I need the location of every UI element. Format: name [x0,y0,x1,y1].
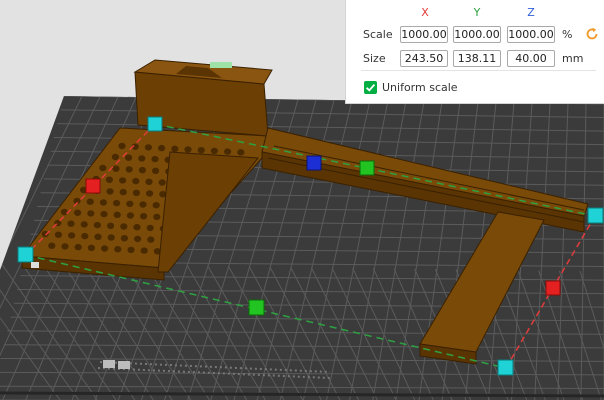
model-hole [87,210,95,217]
model-hole [224,148,232,155]
model-hole [145,178,153,185]
model-hole [118,142,126,150]
model-hole [140,247,148,254]
model-hole [133,224,141,231]
model-hole [144,144,152,151]
model-hole [153,213,161,221]
x-axis-handle[interactable] [85,178,101,194]
model-hole [140,213,148,220]
model-hole [86,198,94,205]
model-hole [138,155,146,162]
size-y-input[interactable] [453,50,501,67]
model-hole [111,153,119,161]
model-hole [132,189,140,196]
size-unit: mm [562,52,584,65]
uniform-scale-label[interactable]: Uniform scale [382,81,458,94]
x-axis-handle[interactable] [545,280,561,296]
model-hole [114,246,122,253]
plate-marker [210,62,232,68]
model-hole [107,234,115,241]
axis-y-label: Y [473,6,481,19]
model-hole [93,221,101,229]
model-hole [120,235,128,242]
model-hole [101,245,109,252]
size-z-input[interactable] [507,50,555,67]
model-hole [99,199,107,206]
model-hole [99,164,107,172]
checkmark-icon [365,83,376,92]
model-hole [94,233,102,240]
model-hole [112,165,120,172]
model-hole [147,236,155,243]
scale-row-label: Scale [363,28,393,41]
model-hole [132,177,140,185]
corner-handle[interactable] [147,116,163,132]
model-hole [126,200,134,207]
model-hole [158,179,166,186]
model-hole [119,177,127,184]
model-hole [134,235,142,243]
corner-handle[interactable] [587,207,604,224]
model-hole [61,243,69,250]
model-hole [74,243,82,251]
uniform-scale-checkbox[interactable] [364,81,377,94]
z-axis-handle[interactable] [306,155,322,171]
model-hole [171,145,179,152]
plate-logo-mark [118,361,130,369]
model-hole [87,244,95,251]
model-hole [125,166,133,173]
model-hole [74,209,82,216]
corner-handle[interactable] [17,246,34,263]
model-hole [237,149,245,156]
reset-scale-icon[interactable] [585,27,599,41]
model-hole [138,166,146,174]
scale-y-input[interactable] [453,26,501,43]
model-hole [125,154,133,161]
model-hole [184,146,192,153]
model-hole [68,232,76,239]
model-hole [119,188,127,196]
model-hole [106,188,114,195]
plate-logo-mark [103,360,115,368]
model-hole [158,144,166,152]
model-hole [146,224,154,232]
model-hole [48,242,56,249]
size-row-label: Size [363,52,386,65]
model-hole [80,221,88,228]
size-x-input[interactable] [400,50,448,67]
axis-z-label: Z [527,6,535,19]
model-hole [146,190,154,197]
model-hole [197,147,205,154]
scale-unit: % [562,28,573,41]
model-hole [152,167,160,174]
scale-x-input[interactable] [400,26,448,43]
y-axis-handle[interactable] [248,299,265,316]
model-hole [113,211,121,218]
model-hole [81,232,89,240]
model-hole [100,210,108,218]
corner-handle[interactable] [497,359,514,376]
model-hole [151,155,159,163]
model-hole [113,199,121,207]
model-hole [127,246,135,254]
model-hole [126,212,134,219]
model-hole [54,231,63,238]
scale-z-input[interactable] [507,26,555,43]
model-hole [67,220,75,227]
model-hole [210,147,218,155]
model-hole [120,223,128,230]
axis-x-label: X [421,6,429,19]
model-hole [139,201,147,208]
model-hole [60,208,68,216]
model-hole [105,176,113,183]
model-hole [152,202,160,209]
y-axis-handle[interactable] [359,160,375,176]
plate-marker [31,262,39,268]
model-hole [107,222,115,229]
panel-divider [361,70,596,71]
scale-panel: X Y Z Scale % Size mm Uniform scale [345,0,604,104]
